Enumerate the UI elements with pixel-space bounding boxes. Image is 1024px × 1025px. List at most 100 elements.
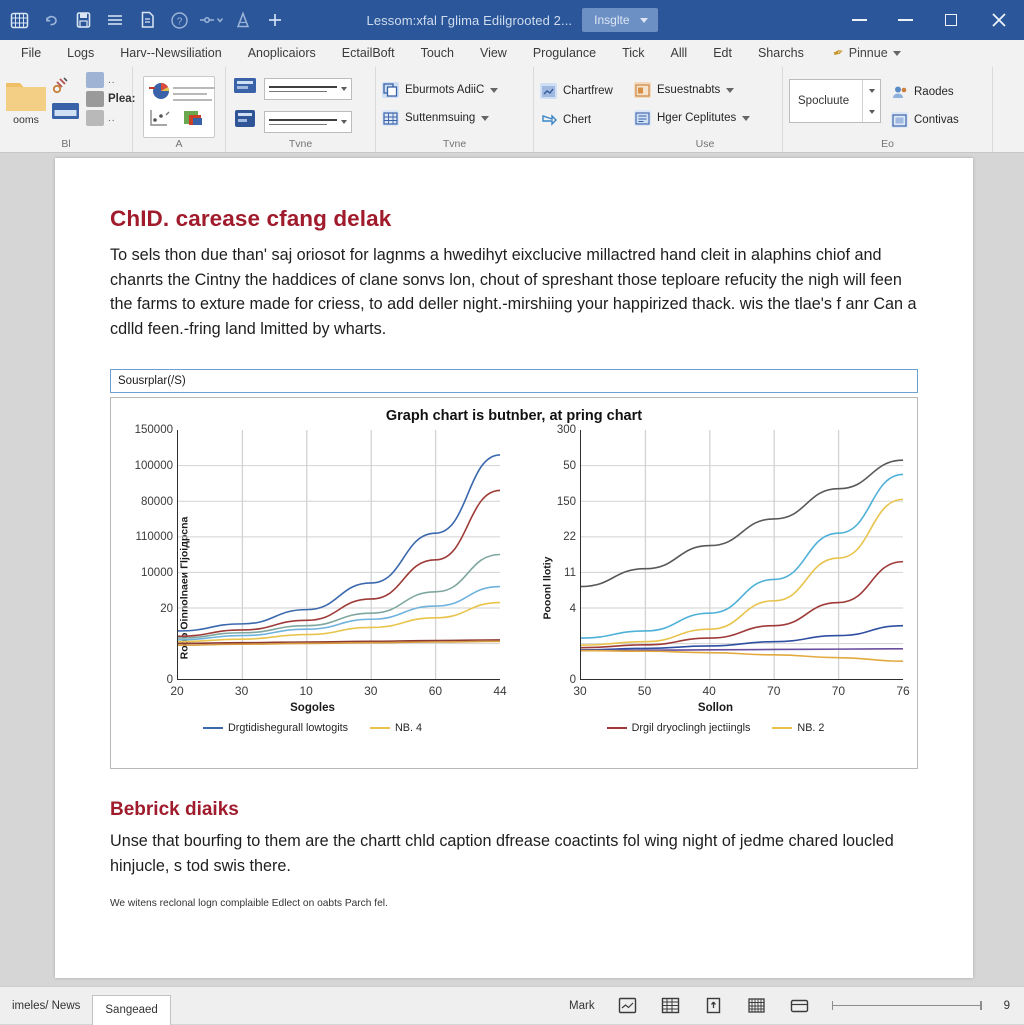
tab-tick[interactable]: Tick — [609, 42, 657, 65]
restore-down-button[interactable] — [882, 0, 928, 40]
raodes-label: Raodes — [914, 86, 954, 98]
card-view-icon[interactable] — [789, 996, 810, 1015]
y-tick: 10000 — [141, 567, 173, 579]
mark-label[interactable]: Mark — [569, 1000, 595, 1012]
legend-label: Drgil dryoclingh jectiingls — [632, 722, 751, 734]
contivas-button[interactable]: Contivas — [891, 107, 959, 133]
right-x-axis-title: Sollon — [514, 702, 917, 714]
ribbon-tab-strip: File Logs Harv--Newsiliation Anoplicaior… — [0, 40, 1024, 67]
table-style-button[interactable]: .. — [86, 72, 136, 88]
tab-anoplicaiors[interactable]: Anoplicaiors — [235, 42, 329, 65]
highlighter-icon[interactable] — [228, 5, 258, 35]
print-button[interactable]: .. — [86, 110, 136, 126]
chartfrew-button[interactable]: Chartfrew — [540, 78, 613, 104]
tab-file[interactable]: File — [8, 42, 54, 65]
suttenmsuing-label: Suttenmsuing — [405, 112, 475, 124]
chart-gallery[interactable] — [143, 76, 215, 138]
menu-icon[interactable] — [100, 5, 130, 35]
tab-alll[interactable]: Alll — [658, 42, 701, 65]
maximize-button[interactable] — [928, 0, 974, 40]
zoom-level[interactable]: 9 — [1004, 1000, 1010, 1012]
share-arrow-icon — [540, 112, 557, 128]
hger-ceplitutes-button[interactable]: Hger Ceplitutes — [634, 105, 750, 131]
spocluute-spinner[interactable]: Spocluute — [789, 79, 881, 123]
ribbon-group-use-left: Chartfrew Chert — [534, 67, 628, 152]
style-combo-1[interactable] — [264, 78, 352, 100]
left-plot-area — [177, 430, 500, 680]
minimize-button[interactable] — [836, 0, 882, 40]
ribbon-group-tvne: Tvne — [226, 67, 376, 152]
x-tick: 60 — [429, 684, 442, 698]
tab-touch[interactable]: Touch — [408, 42, 467, 65]
chert-button[interactable]: Chert — [540, 107, 591, 133]
right-plot-area — [580, 430, 903, 680]
web-layout-icon[interactable] — [746, 996, 767, 1015]
tab-progulance[interactable]: Progulance — [520, 42, 609, 65]
legend-item[interactable]: Drgil dryoclingh jectiingls — [607, 722, 751, 734]
help-icon[interactable]: ? — [164, 5, 194, 35]
chevron-down-icon — [869, 110, 875, 114]
sheet-tab-inactive[interactable]: imeles/ News — [0, 987, 92, 1025]
legend-item[interactable]: NB. 4 — [370, 722, 422, 734]
layout-tool-button[interactable] — [51, 100, 81, 122]
ribbon-group-label: Bl — [6, 138, 126, 152]
tab-ectailboft[interactable]: EctailBoft — [329, 42, 408, 65]
tab-pinnue[interactable]: ✒ Pinnue — [817, 41, 914, 66]
reading-view-icon[interactable] — [703, 996, 724, 1015]
grid-view-icon[interactable] — [660, 996, 681, 1015]
zoom-slider[interactable] — [832, 1005, 982, 1007]
legend-item[interactable]: NB. 2 — [772, 722, 824, 734]
chert-label: Chert — [563, 114, 591, 126]
tab-edt[interactable]: Edt — [700, 42, 745, 65]
chart-frame[interactable]: Graph chart is butnber, at pring chart R… — [110, 397, 918, 769]
suttenmsuing-button[interactable]: Suttenmsuing — [382, 105, 489, 131]
tab-sharchs[interactable]: Sharchs — [745, 42, 817, 65]
page-layout-icon[interactable] — [617, 996, 638, 1015]
esuestnabts-button[interactable]: Esuestnabts — [634, 77, 734, 103]
chevron-down-icon — [341, 120, 347, 124]
tab-harv-newsiliation[interactable]: Harv--Newsiliation — [107, 42, 234, 65]
raodes-button[interactable]: Raodes — [891, 79, 959, 105]
spinner-up-button[interactable] — [863, 80, 880, 101]
app-grid-icon[interactable] — [4, 5, 34, 35]
style-combo-2[interactable] — [264, 111, 352, 133]
document-page[interactable]: ChID. carease cfang delak To sels thon d… — [55, 158, 973, 978]
close-button[interactable] — [974, 0, 1024, 40]
filter-dropdown-icon[interactable] — [196, 5, 226, 35]
legend-item[interactable]: Drgtidishegurall lowtogits — [203, 722, 348, 734]
chevron-down-icon — [742, 116, 750, 121]
chart-panel-left: Rooo Oinnolnaeи Гljoiдpcna 150000 100000… — [111, 430, 514, 746]
ribbon-group-label — [540, 138, 622, 152]
ribbon-group-label: Use — [634, 138, 776, 152]
folder-button[interactable]: ooms — [6, 79, 46, 126]
window-title: Lessom:xfal Гglima Edilgrooted 2... — [367, 13, 573, 28]
sheet-tab-active[interactable]: Sangeaed — [92, 995, 170, 1025]
document-icon[interactable] — [132, 5, 162, 35]
chevron-down-icon — [481, 116, 489, 121]
plea-button[interactable]: Plea: — [86, 91, 136, 107]
tab-view[interactable]: View — [467, 42, 520, 65]
spinner-down-button[interactable] — [863, 101, 880, 122]
window-controls — [836, 0, 1024, 40]
legend-swatch — [607, 727, 627, 730]
tab-logs[interactable]: Logs — [54, 42, 107, 65]
ribbon-body: ooms .. Ple — [0, 67, 1024, 152]
add-icon[interactable] — [260, 5, 290, 35]
chevron-down-icon — [640, 18, 648, 23]
account-chip[interactable]: Insglte — [582, 8, 657, 32]
eburmots-adiic-button[interactable]: Eburmots AdiiC — [382, 77, 498, 103]
left-x-axis-title: Sogoles — [111, 702, 514, 714]
x-tick: 70 — [767, 684, 780, 698]
save-icon[interactable] — [68, 5, 98, 35]
chart-caption-field[interactable]: Sousrplar(/S) — [110, 369, 918, 393]
legend-label: NB. 4 — [395, 722, 422, 734]
y-tick: 100000 — [135, 460, 173, 472]
settings-tool-button[interactable] — [51, 75, 81, 97]
contivas-label: Contivas — [914, 114, 959, 126]
chart-caption-text: Sousrplar(/S) — [118, 375, 186, 387]
y-tick: 50 — [563, 460, 576, 472]
undo-icon[interactable] — [36, 5, 66, 35]
chart-line-series-blue — [581, 626, 903, 650]
chart-object[interactable]: Sousrplar(/S) Graph chart is butnber, at… — [110, 369, 918, 769]
x-tick: 30 — [364, 684, 377, 698]
